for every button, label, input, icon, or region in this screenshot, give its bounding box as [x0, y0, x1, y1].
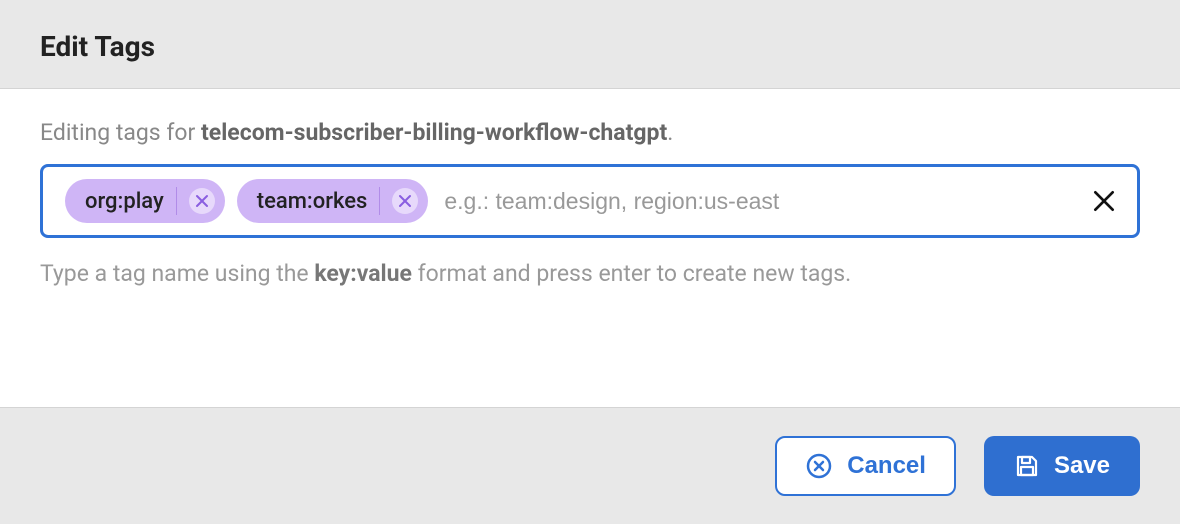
editing-suffix: .: [667, 119, 673, 146]
tag-text-input[interactable]: [440, 182, 1075, 221]
save-button-label: Save: [1054, 452, 1110, 480]
editing-for-label: Editing tags for telecom-subscriber-bill…: [40, 119, 1140, 146]
help-text: Type a tag name using the key:value form…: [40, 260, 1140, 287]
clear-all-button[interactable]: [1087, 184, 1121, 218]
help-before: Type a tag name using the: [40, 260, 314, 287]
tag-chip-divider: [176, 187, 177, 215]
tag-chip-label: team:orkes: [257, 189, 368, 214]
close-icon: [195, 194, 209, 208]
tag-remove-button[interactable]: [392, 188, 418, 214]
cancel-circle-icon: [805, 452, 833, 480]
dialog-footer: Cancel Save: [0, 407, 1180, 524]
tag-input-container[interactable]: org:play team:orkes: [40, 164, 1140, 238]
cancel-button-label: Cancel: [847, 452, 926, 480]
help-after: format and press enter to create new tag…: [412, 260, 851, 287]
dialog-content: Editing tags for telecom-subscriber-bill…: [0, 89, 1180, 407]
dialog-title: Edit Tags: [40, 30, 1140, 63]
tag-chip: org:play: [65, 179, 225, 223]
save-icon: [1014, 453, 1040, 479]
tag-chip-label: org:play: [85, 189, 164, 214]
tag-chip: team:orkes: [237, 179, 429, 223]
tag-remove-button[interactable]: [189, 188, 215, 214]
cancel-button[interactable]: Cancel: [775, 436, 956, 496]
save-button[interactable]: Save: [984, 436, 1140, 496]
editing-prefix: Editing tags for: [40, 119, 201, 146]
tag-chip-divider: [379, 187, 380, 215]
close-icon: [398, 194, 412, 208]
close-icon: [1091, 188, 1117, 214]
help-bold: key:value: [314, 260, 412, 287]
dialog-header: Edit Tags: [0, 0, 1180, 89]
workflow-name: telecom-subscriber-billing-workflow-chat…: [201, 119, 667, 146]
edit-tags-dialog: Edit Tags Editing tags for telecom-subsc…: [0, 0, 1180, 524]
